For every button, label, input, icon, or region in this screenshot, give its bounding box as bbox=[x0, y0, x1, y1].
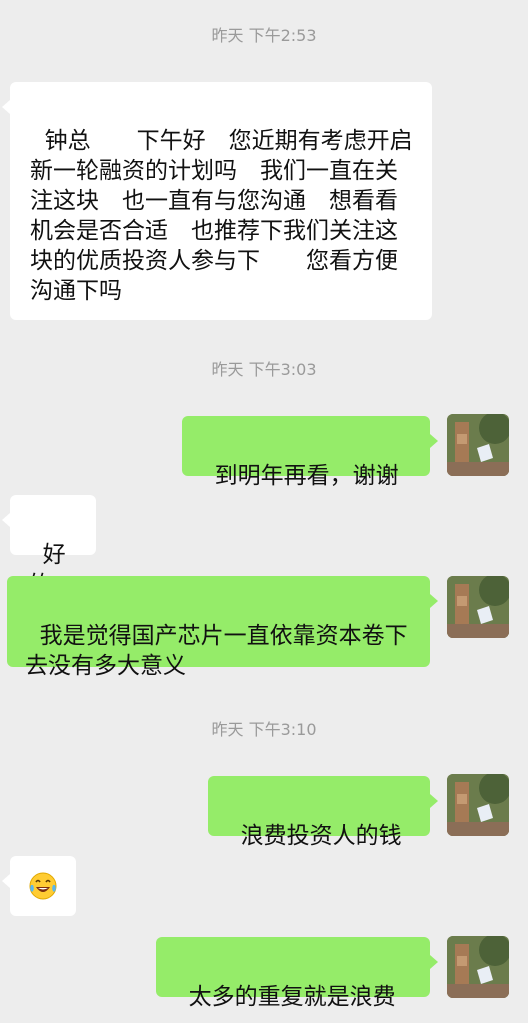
message-bubble-incoming[interactable]: 好的 bbox=[2, 495, 96, 598]
message-bubble-incoming[interactable]: 钟总 下午好 您近期有考虑开启新一轮融资的计划吗 我们一直在关注这块 也一直有与… bbox=[2, 82, 432, 320]
avatar-photo-icon bbox=[447, 576, 509, 638]
message-text: 我是觉得国产芯片一直依靠资本卷下去没有多大意义 bbox=[25, 623, 408, 679]
laughing-with-tears-emoji-icon bbox=[29, 872, 57, 900]
avatar-photo-icon bbox=[447, 936, 509, 998]
timestamp: 昨天 下午3:03 bbox=[211, 360, 317, 379]
avatar[interactable] bbox=[447, 576, 509, 638]
message-text: 到明年再看，谢谢 bbox=[214, 463, 399, 489]
timestamp: 昨天 下午2:53 bbox=[211, 26, 317, 45]
message-text: 太多的重复就是浪费 bbox=[188, 984, 396, 1010]
avatar[interactable] bbox=[447, 414, 509, 476]
message-bubble-incoming[interactable] bbox=[2, 856, 76, 916]
avatar[interactable] bbox=[447, 774, 509, 836]
avatar-photo-icon bbox=[447, 774, 509, 836]
message-bubble-outgoing[interactable]: 太多的重复就是浪费 bbox=[156, 937, 438, 1010]
message-bubble-outgoing[interactable]: 我是觉得国产芯片一直依靠资本卷下去没有多大意义 bbox=[7, 576, 438, 679]
message-bubble-outgoing[interactable]: 到明年再看，谢谢 bbox=[182, 416, 438, 489]
avatar[interactable] bbox=[447, 936, 509, 998]
message-text: 钟总 下午好 您近期有考虑开启新一轮融资的计划吗 我们一直在关注这块 也一直有与… bbox=[30, 128, 413, 304]
timestamp: 昨天 下午3:10 bbox=[211, 720, 317, 739]
message-text: 浪费投资人的钱 bbox=[240, 823, 402, 849]
avatar-photo-icon bbox=[447, 414, 509, 476]
message-bubble-outgoing[interactable]: 浪费投资人的钱 bbox=[208, 776, 438, 849]
